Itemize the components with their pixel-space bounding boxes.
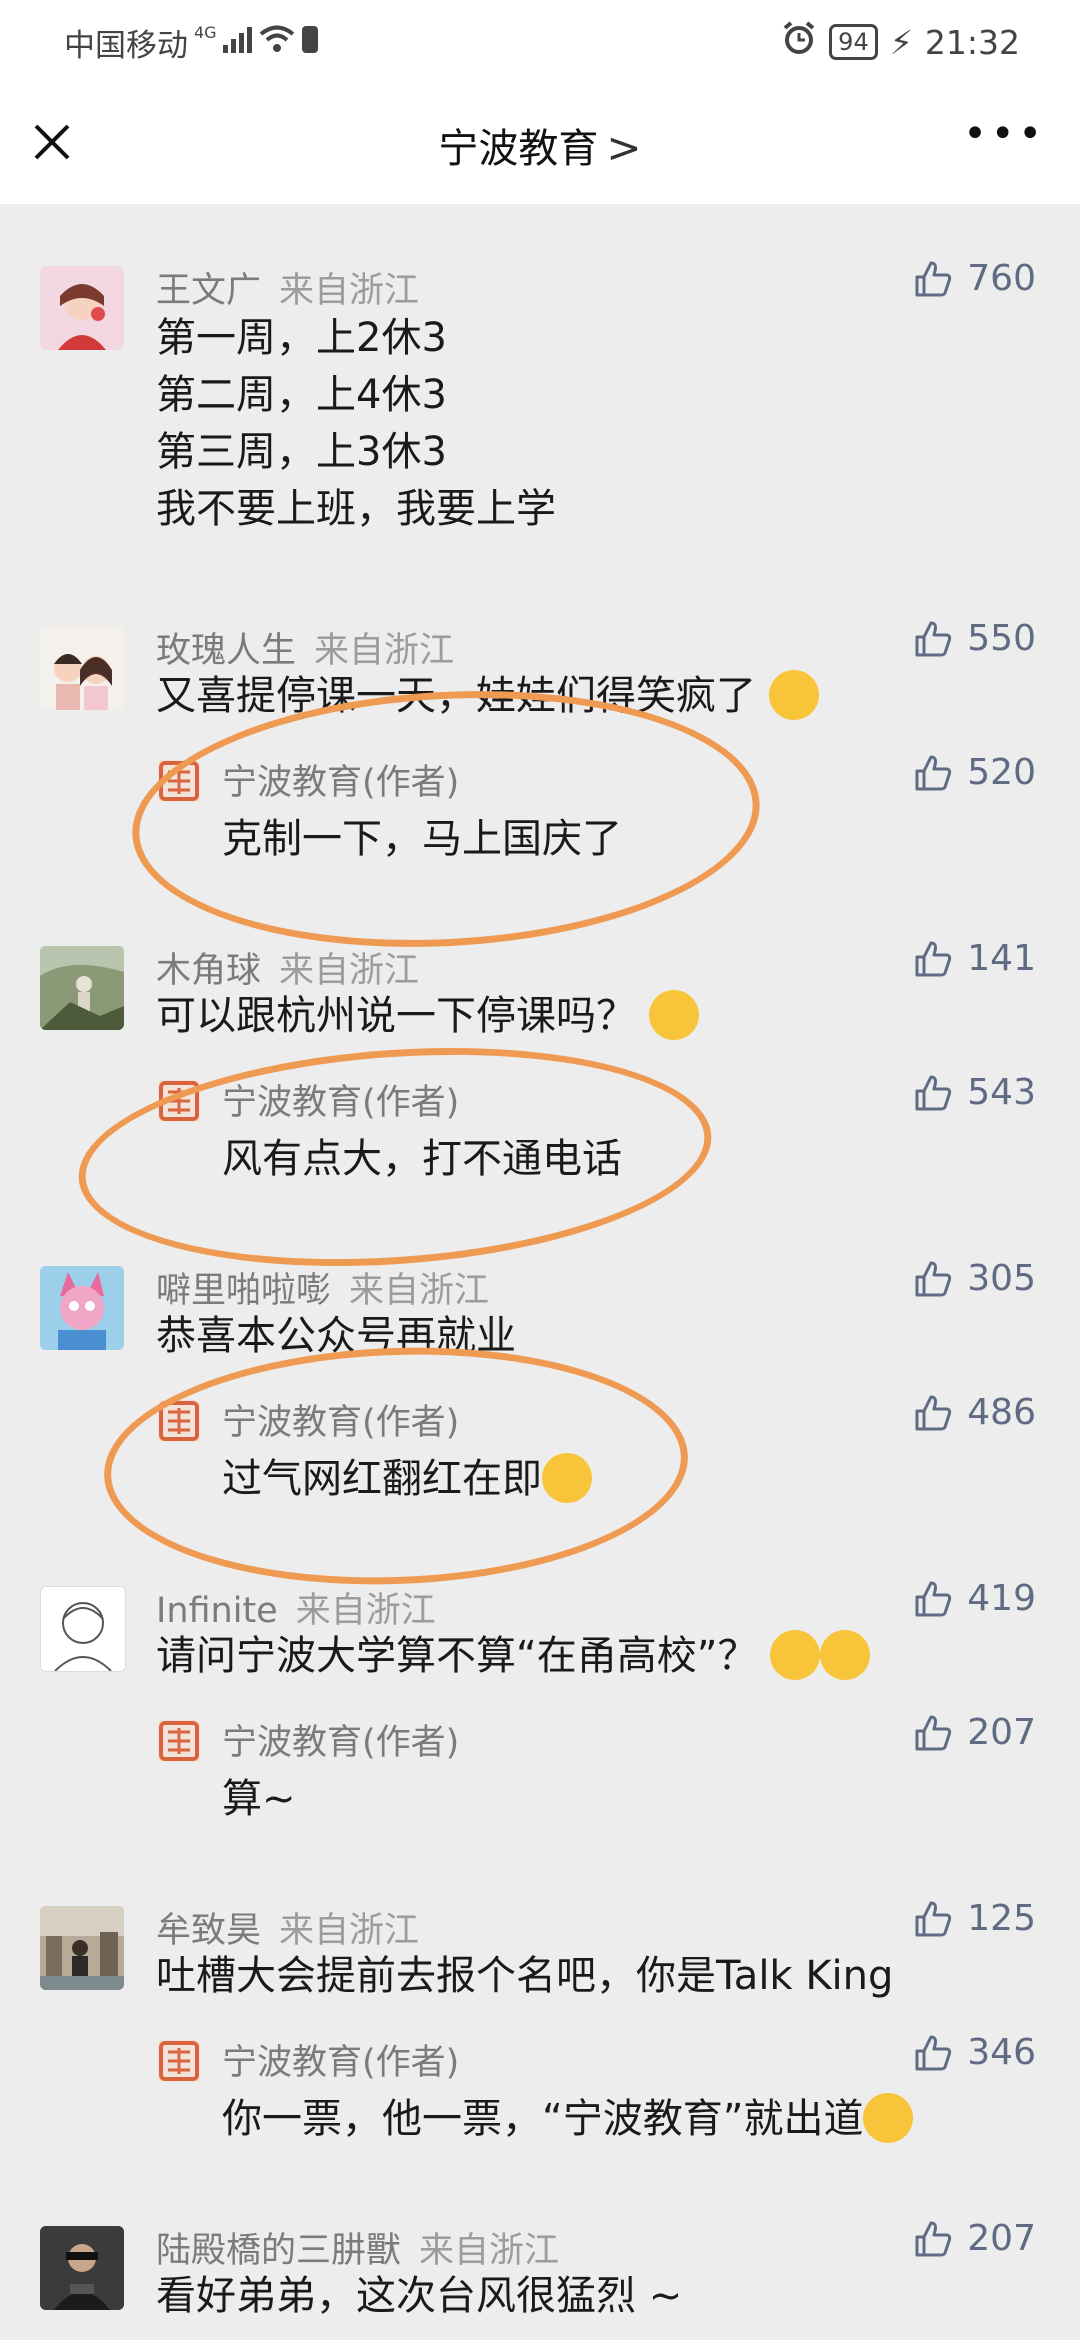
status-right: 94 ⚡ 21:32 bbox=[781, 20, 1020, 64]
thumbs-up-icon bbox=[915, 1901, 952, 1936]
like-count: 760 bbox=[967, 258, 1036, 299]
like-button[interactable]: 760 bbox=[913, 258, 1036, 299]
comment-text: 可以跟杭州说一下停课吗？ bbox=[156, 988, 699, 1045]
comment-text: 第一周，上2休3 第二周，上4休3 第三周，上3休3 我不要上班，我要上学 bbox=[156, 315, 556, 532]
reply-like-button[interactable]: 486 bbox=[913, 1392, 1036, 1433]
avatar[interactable] bbox=[40, 626, 124, 710]
laughing-crying-emoji-icon bbox=[768, 670, 819, 720]
wifi-icon bbox=[259, 25, 295, 61]
page-title: 宁波教育 bbox=[438, 126, 599, 172]
battery-indicator: 94 bbox=[829, 24, 878, 60]
thumbs-up-icon bbox=[915, 941, 952, 976]
like-count: 125 bbox=[967, 1898, 1036, 1939]
thumbs-up-icon bbox=[915, 2035, 952, 2070]
thumbs-up-icon bbox=[915, 1581, 952, 1616]
commenter-name[interactable]: 王文广 来自浙江 bbox=[156, 262, 419, 313]
more-options-icon[interactable]: ••• bbox=[963, 114, 1046, 154]
avatar[interactable] bbox=[40, 1266, 124, 1350]
commenter-name[interactable]: 陆殿橋的三肼獸 来自浙江 bbox=[156, 2222, 559, 2273]
avatar[interactable] bbox=[40, 266, 124, 350]
reply-like-button[interactable]: 207 bbox=[913, 1712, 1036, 1753]
status-left: 中国移动 4G bbox=[64, 20, 319, 65]
commenter-name[interactable]: Infinite 来自浙江 bbox=[156, 1582, 436, 1633]
sim-icon bbox=[301, 24, 319, 62]
like-count: 305 bbox=[967, 1258, 1036, 1299]
author-reply-text: 算~ bbox=[222, 1776, 296, 1822]
avatar[interactable] bbox=[40, 2226, 124, 2310]
surprised-emoji-icon bbox=[648, 990, 699, 1040]
tongue-out-emoji-icon bbox=[863, 2093, 914, 2143]
like-button[interactable]: 550 bbox=[913, 618, 1036, 659]
like-count: 346 bbox=[967, 2032, 1036, 2073]
avatar[interactable] bbox=[40, 946, 124, 1030]
comment-text: 看好弟弟，这次台风很猛烈 ~ bbox=[156, 2273, 683, 2319]
like-count: 486 bbox=[967, 1392, 1036, 1433]
grimace-emoji-icon bbox=[820, 1630, 871, 1680]
alarm-icon bbox=[781, 20, 817, 64]
like-count: 207 bbox=[967, 2218, 1036, 2259]
comment-text: 请问宁波大学算不算“在甬高校”？ bbox=[156, 1628, 871, 1685]
thumbs-up-icon bbox=[915, 261, 952, 296]
status-bar: 中国移动 4G 94 ⚡ 21:32 bbox=[0, 0, 1080, 80]
highlight-annotation-ring bbox=[71, 1028, 719, 1286]
thumbs-up-icon bbox=[915, 621, 952, 656]
commenter-name[interactable]: 噼里啪啦嘭 来自浙江 bbox=[156, 1262, 489, 1313]
account-title-link[interactable]: 宁波教育 > bbox=[0, 116, 1080, 174]
like-button[interactable]: 305 bbox=[913, 1258, 1036, 1299]
signal-icon bbox=[222, 25, 253, 61]
top-nav-bar: 宁波教育 > ••• bbox=[0, 80, 1080, 204]
commenter-name[interactable]: 玫瑰人生 来自浙江 bbox=[156, 622, 454, 673]
avatar[interactable] bbox=[40, 1586, 126, 1672]
author-avatar-seal-icon bbox=[158, 2040, 200, 2082]
author-reply-name[interactable]: 宁波教育(作者) bbox=[222, 1714, 459, 1765]
like-count: 207 bbox=[967, 1712, 1036, 1753]
like-button[interactable]: 125 bbox=[913, 1898, 1036, 1939]
network-type: 4G bbox=[194, 23, 217, 42]
like-count: 550 bbox=[967, 618, 1036, 659]
like-count: 543 bbox=[967, 1072, 1036, 1113]
like-count: 419 bbox=[967, 1578, 1036, 1619]
reply-like-button[interactable]: 346 bbox=[913, 2032, 1036, 2073]
clock-time: 21:32 bbox=[924, 22, 1020, 62]
comment-text: 吐槽大会提前去报个名吧，你是Talk King bbox=[156, 1953, 894, 1999]
charging-icon: ⚡ bbox=[889, 22, 913, 62]
thumbs-up-icon bbox=[915, 2221, 952, 2256]
thumbs-up-icon bbox=[915, 755, 952, 790]
author-reply-text: 你一票，他一票，“宁波教育”就出道 bbox=[222, 2086, 914, 2146]
thumbs-up-icon bbox=[915, 1261, 952, 1296]
highlight-annotation-ring bbox=[100, 1337, 692, 1595]
reply-like-button[interactable]: 543 bbox=[913, 1072, 1036, 1113]
thumbs-up-icon bbox=[915, 1715, 952, 1750]
like-button[interactable]: 207 bbox=[913, 2218, 1036, 2259]
like-count: 520 bbox=[967, 752, 1036, 793]
grimace-emoji-icon bbox=[770, 1630, 821, 1680]
author-reply-name[interactable]: 宁波教育(作者) bbox=[222, 2034, 459, 2085]
like-count: 141 bbox=[967, 938, 1036, 979]
commenter-name[interactable]: 牟致昊 来自浙江 bbox=[156, 1902, 419, 1953]
thumbs-up-icon bbox=[915, 1395, 952, 1430]
commenter-name[interactable]: 木角球 来自浙江 bbox=[156, 942, 419, 993]
like-button[interactable]: 141 bbox=[913, 938, 1036, 979]
reply-like-button[interactable]: 520 bbox=[913, 752, 1036, 793]
author-avatar-seal-icon bbox=[158, 1720, 200, 1762]
chevron-right-icon: > bbox=[606, 123, 642, 172]
avatar[interactable] bbox=[40, 1906, 124, 1990]
like-button[interactable]: 419 bbox=[913, 1578, 1036, 1619]
thumbs-up-icon bbox=[915, 1075, 952, 1110]
carrier-label: 中国移动 bbox=[64, 28, 188, 64]
